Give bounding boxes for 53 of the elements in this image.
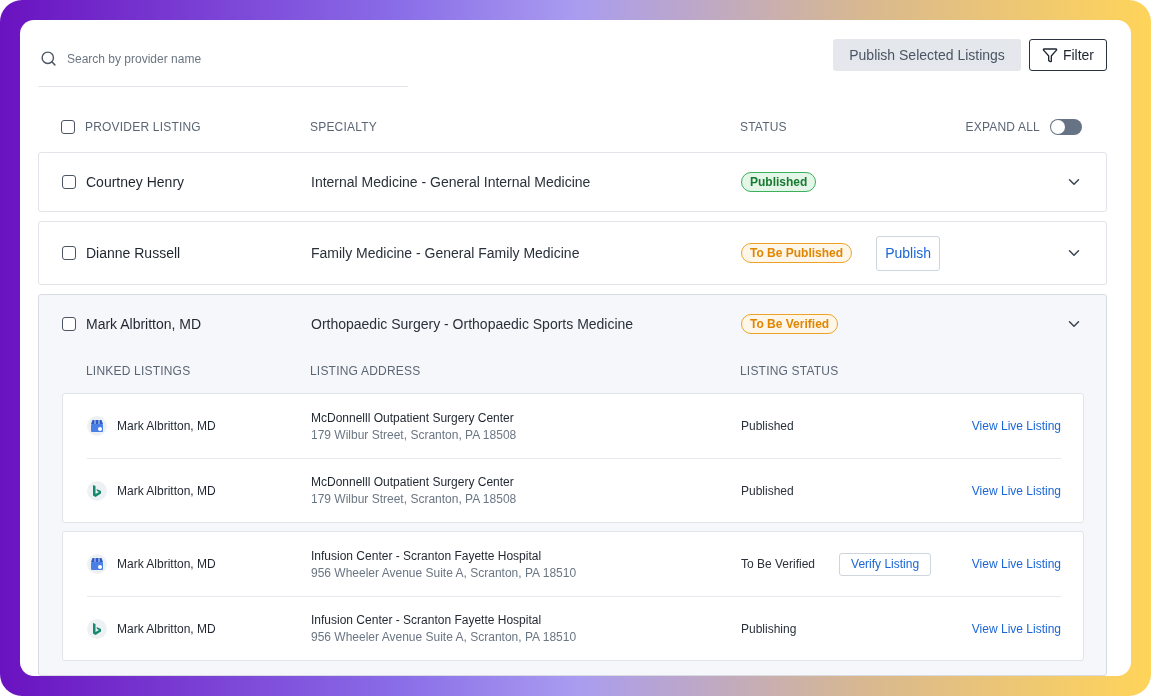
column-header: SPECIALTY xyxy=(310,119,378,134)
status-badge: To Be Published xyxy=(741,243,853,263)
listing-place: McDonnelll Outpatient Surgery Center xyxy=(311,410,515,425)
listing-status: Published xyxy=(741,419,794,433)
specialty-text: Family Medicine - General Family Medicine xyxy=(311,245,581,261)
status-badge: Published xyxy=(741,172,817,192)
listing-address: 956 Wheeler Avenue Suite A, Scranton, PA 18510 xyxy=(311,565,578,580)
provider-name: Courtney Henry xyxy=(86,174,185,190)
view-live-listing-link[interactable]: View Live Listing xyxy=(971,419,1061,433)
expand-all-toggle[interactable] xyxy=(1050,118,1082,135)
listing-name: Mark Albritton, MD xyxy=(117,557,216,571)
listing-name: Mark Albritton, MD xyxy=(117,621,216,636)
view-live-listing-link[interactable]: View Live Listing xyxy=(971,557,1061,571)
listing-name: Mark Albritton, MD xyxy=(117,419,216,433)
provider-row[interactable]: Courtney Henry Internal Medicine - General Internal Medicine Published xyxy=(38,152,1107,212)
row-checkbox[interactable] xyxy=(62,317,76,331)
b-logo-icon xyxy=(87,480,107,501)
store-icon xyxy=(87,416,107,436)
column-header: PROVIDER LISTING xyxy=(85,119,201,134)
listing-address: 179 Wilbur Street, Scranton, PA 18508 xyxy=(311,427,518,442)
view-live-listing-link[interactable]: View Live Listing xyxy=(971,483,1061,498)
column-header: LINKED LISTINGS xyxy=(86,364,192,378)
select-all-checkbox[interactable] xyxy=(61,119,75,134)
column-header: LISTING ADDRESS xyxy=(310,364,422,378)
specialty-text: Orthopaedic Surgery - Orthopaedic Sports Medicine xyxy=(311,316,635,332)
listing-place: Infusion Center - Scranton Fayette Hospital xyxy=(311,613,543,627)
listing-address: 179 Wilbur Street, Scranton, PA 18508 xyxy=(311,492,518,506)
listing-status: To Be Verified xyxy=(741,557,816,571)
column-header: LISTING STATUS xyxy=(740,364,840,378)
filter-button[interactable]: Filter xyxy=(1028,39,1107,71)
search-field[interactable]: Search by provider name xyxy=(65,50,408,67)
provider-row[interactable]: Dianne Russell Family Medicine - General Family Medicine To Be Published Publish xyxy=(38,221,1107,285)
store-icon xyxy=(87,554,107,574)
search-icon xyxy=(40,50,57,67)
filter-icon xyxy=(1041,47,1058,63)
listing-status: Published xyxy=(741,483,794,498)
listing-place: Infusion Center - Scranton Fayette Hospital xyxy=(311,548,543,563)
b-logo-icon xyxy=(87,618,107,639)
view-live-listing-link[interactable]: View Live Listing xyxy=(971,621,1061,636)
specialty-text: Internal Medicine - General Internal Medicine xyxy=(311,174,592,190)
verify-listing-button[interactable]: Verify Listing xyxy=(839,552,932,576)
listing-place: McDonnelll Outpatient Surgery Center xyxy=(311,475,515,489)
listing-name: Mark Albritton, MD xyxy=(117,483,216,498)
row-checkbox[interactable] xyxy=(62,246,76,260)
publish-button[interactable]: Publish xyxy=(876,235,941,271)
expand-all-label: EXPAND ALL xyxy=(965,119,1040,134)
row-checkbox[interactable] xyxy=(62,175,76,189)
listing-address: 956 Wheeler Avenue Suite A, Scranton, PA 18510 xyxy=(311,630,578,644)
provider-name: Mark Albritton, MD xyxy=(86,316,202,332)
column-header: STATUS xyxy=(740,119,788,134)
listing-status: Publishing xyxy=(741,621,797,636)
status-badge: To Be Verified xyxy=(741,314,839,334)
provider-name: Dianne Russell xyxy=(86,245,181,261)
